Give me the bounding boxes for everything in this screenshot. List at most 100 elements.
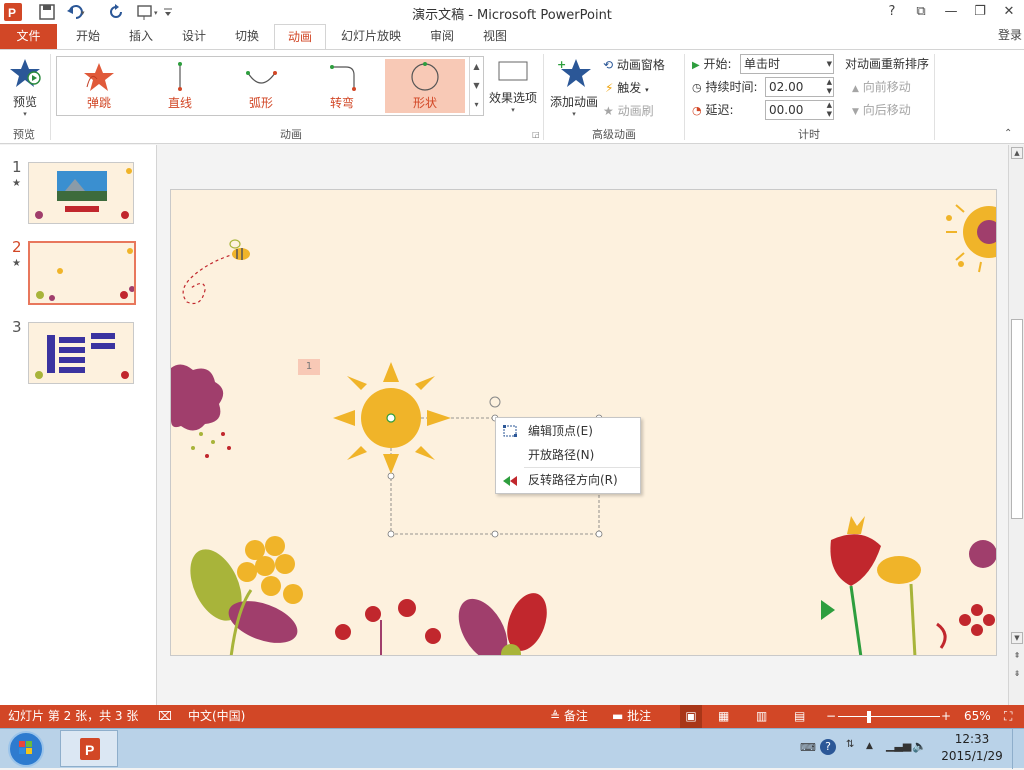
gallery-item-arc[interactable]: 弧形	[221, 59, 301, 113]
slide-thumbnail-1[interactable]	[28, 162, 134, 224]
tray-icon[interactable]: ⇅	[846, 739, 854, 750]
restore-button[interactable]: ❐	[970, 2, 990, 22]
animation-painter-button[interactable]: ★ 动画刷	[603, 101, 654, 121]
start-label-text: 开始:	[703, 57, 732, 71]
preview-button[interactable]: 预览 ▾	[6, 56, 44, 118]
effect-options-button[interactable]: 效果选项 ▾	[486, 58, 540, 120]
turn-path-icon	[330, 65, 356, 91]
start-select[interactable]: 单击时 ▼	[740, 54, 834, 74]
delay-stepper[interactable]: 00.00 ▲ ▼	[765, 100, 834, 120]
add-animation-icon: +	[557, 58, 591, 87]
tab-home[interactable]: 开始	[62, 24, 114, 49]
help-tray-icon[interactable]: ?	[820, 739, 836, 755]
menu-item-open-path[interactable]: 开放路径(N)	[496, 444, 640, 466]
tab-review[interactable]: 审阅	[416, 24, 468, 49]
trigger-button[interactable]: ⚡ 触发 ▾	[605, 78, 649, 98]
thumb-number: 3	[12, 318, 22, 336]
group-label-animation: 动画	[280, 128, 302, 141]
taskbar-time[interactable]: 12:33	[940, 732, 1004, 746]
stepper-arrows-icon[interactable]: ▲ ▼	[827, 78, 832, 96]
network-icon[interactable]: ▁▃▅	[886, 739, 911, 752]
zoom-slider[interactable]	[838, 716, 940, 717]
notes-icon: ≜	[550, 709, 561, 723]
tab-animations[interactable]: 动画	[274, 24, 326, 50]
zoom-in-icon[interactable]: +	[941, 705, 951, 728]
tab-file[interactable]: 文件	[0, 24, 57, 49]
help-button[interactable]: ?	[882, 2, 902, 22]
gallery-scroll-down-icon[interactable]: ▼	[469, 76, 483, 95]
scroll-thumb[interactable]	[1011, 319, 1023, 519]
fit-slide-icon[interactable]: ⛶	[1004, 705, 1012, 728]
show-hidden-icons-icon[interactable]: ▲	[866, 741, 873, 751]
gallery-item-bounce[interactable]: 弹跳	[59, 59, 139, 113]
menu-item-label: 反转路径方向(R)	[528, 473, 618, 487]
taskbar-powerpoint-icon[interactable]: P	[60, 730, 118, 767]
collapse-ribbon-icon[interactable]: ⌃	[1004, 128, 1012, 139]
slideshow-view-icon[interactable]: ▤	[794, 705, 805, 728]
add-animation-dropdown-icon: ▾	[572, 110, 576, 118]
animation-pane-button[interactable]: ⟲ 动画窗格	[603, 55, 665, 75]
svg-text:+: +	[557, 58, 566, 71]
gallery-item-label: 弹跳	[86, 96, 111, 110]
login-link[interactable]: 登录	[998, 26, 1022, 43]
tab-view[interactable]: 视图	[469, 24, 521, 49]
gallery-scroll-up-icon[interactable]: ▲	[469, 57, 483, 76]
zoom-out-icon[interactable]: −	[826, 705, 836, 728]
gallery-item-turn[interactable]: 转弯	[302, 59, 382, 113]
reading-view-icon[interactable]: ▥	[756, 705, 767, 728]
normal-view-icon[interactable]: ▣	[680, 705, 702, 728]
start-select-dropdown-icon: ▼	[826, 60, 832, 68]
trigger-label: 触发	[617, 81, 642, 95]
move-later-button[interactable]: ▼ 向后移动	[852, 100, 911, 120]
menu-item-edit-points[interactable]: 编辑顶点(E)	[496, 420, 640, 442]
tab-insert[interactable]: 插入	[115, 24, 167, 49]
tab-transitions[interactable]: 切换	[221, 24, 273, 49]
comments-button[interactable]: ▬ 批注	[612, 705, 651, 728]
gallery-item-shape[interactable]: 形状	[385, 59, 465, 113]
trigger-dropdown-icon: ▾	[645, 86, 649, 94]
stepper-arrows-icon[interactable]: ▲ ▼	[827, 101, 832, 119]
gallery-more-icon[interactable]: ▾	[469, 95, 483, 115]
tab-slideshow[interactable]: 幻灯片放映	[330, 24, 412, 49]
keyboard-icon[interactable]: ⌨	[800, 741, 816, 754]
slide-sorter-view-icon[interactable]: ▦	[718, 705, 729, 728]
scroll-down-icon[interactable]: ▼	[1011, 632, 1023, 644]
menu-item-reverse-path[interactable]: 反转路径方向(R)	[496, 469, 640, 491]
slide-thumbnail-3[interactable]	[28, 322, 134, 384]
next-slide-icon[interactable]: ⇟	[1011, 669, 1023, 683]
clock-icon: ◷	[692, 81, 702, 94]
tab-design[interactable]: 设计	[168, 24, 220, 49]
taskbar-date[interactable]: 2015/1/29	[938, 749, 1006, 763]
animation-order-badge[interactable]: 1	[298, 359, 320, 375]
duration-stepper[interactable]: 02.00 ▲ ▼	[765, 77, 834, 97]
triangle-down-icon: ▼	[852, 107, 859, 117]
windows-taskbar: P ⌨ ? ⇅ ▲ ▁▃▅ 🔈 12:33 2015/1/29	[0, 728, 1024, 769]
animation-pane-icon: ⟲	[603, 58, 614, 72]
previous-slide-icon[interactable]: ⇞	[1011, 651, 1023, 665]
notes-button[interactable]: ≜ 备注	[550, 705, 588, 728]
move-earlier-label: 向前移动	[862, 80, 911, 94]
scroll-up-icon[interactable]: ▲	[1011, 147, 1023, 159]
zoom-level[interactable]: 65%	[964, 705, 991, 728]
gallery-item-line[interactable]: 直线	[140, 59, 220, 113]
move-earlier-button[interactable]: ▲ 向前移动	[852, 77, 911, 97]
move-later-label: 向后移动	[862, 103, 911, 117]
slide-thumbnail-2[interactable]	[28, 241, 136, 305]
minimize-button[interactable]: —	[941, 2, 961, 22]
windows-start-icon[interactable]	[8, 731, 44, 767]
ribbon-display-options-button[interactable]: ⧉	[911, 2, 931, 22]
volume-icon[interactable]: 🔈	[912, 739, 927, 753]
language-status[interactable]: 中文(中国)	[188, 705, 245, 728]
thumb-animation-star-icon: ★	[12, 178, 21, 189]
vertical-scrollbar[interactable]: ▲ ▼ ⇞ ⇟	[1008, 145, 1024, 705]
notes-label: 备注	[563, 709, 588, 723]
close-button[interactable]: ✕	[999, 2, 1019, 22]
show-desktop-button[interactable]	[1012, 729, 1024, 769]
dialog-launcher-icon[interactable]: ◲	[532, 130, 540, 139]
zoom-slider-thumb[interactable]	[867, 711, 871, 723]
slide-count-status: 幻灯片 第 2 张，共 3 张	[8, 709, 139, 723]
trigger-icon: ⚡	[605, 81, 614, 95]
add-animation-button[interactable]: + 添加动画 ▾	[548, 56, 600, 122]
spell-check-icon[interactable]: ⌧	[158, 705, 172, 728]
start-select-value: 单击时	[744, 57, 781, 71]
